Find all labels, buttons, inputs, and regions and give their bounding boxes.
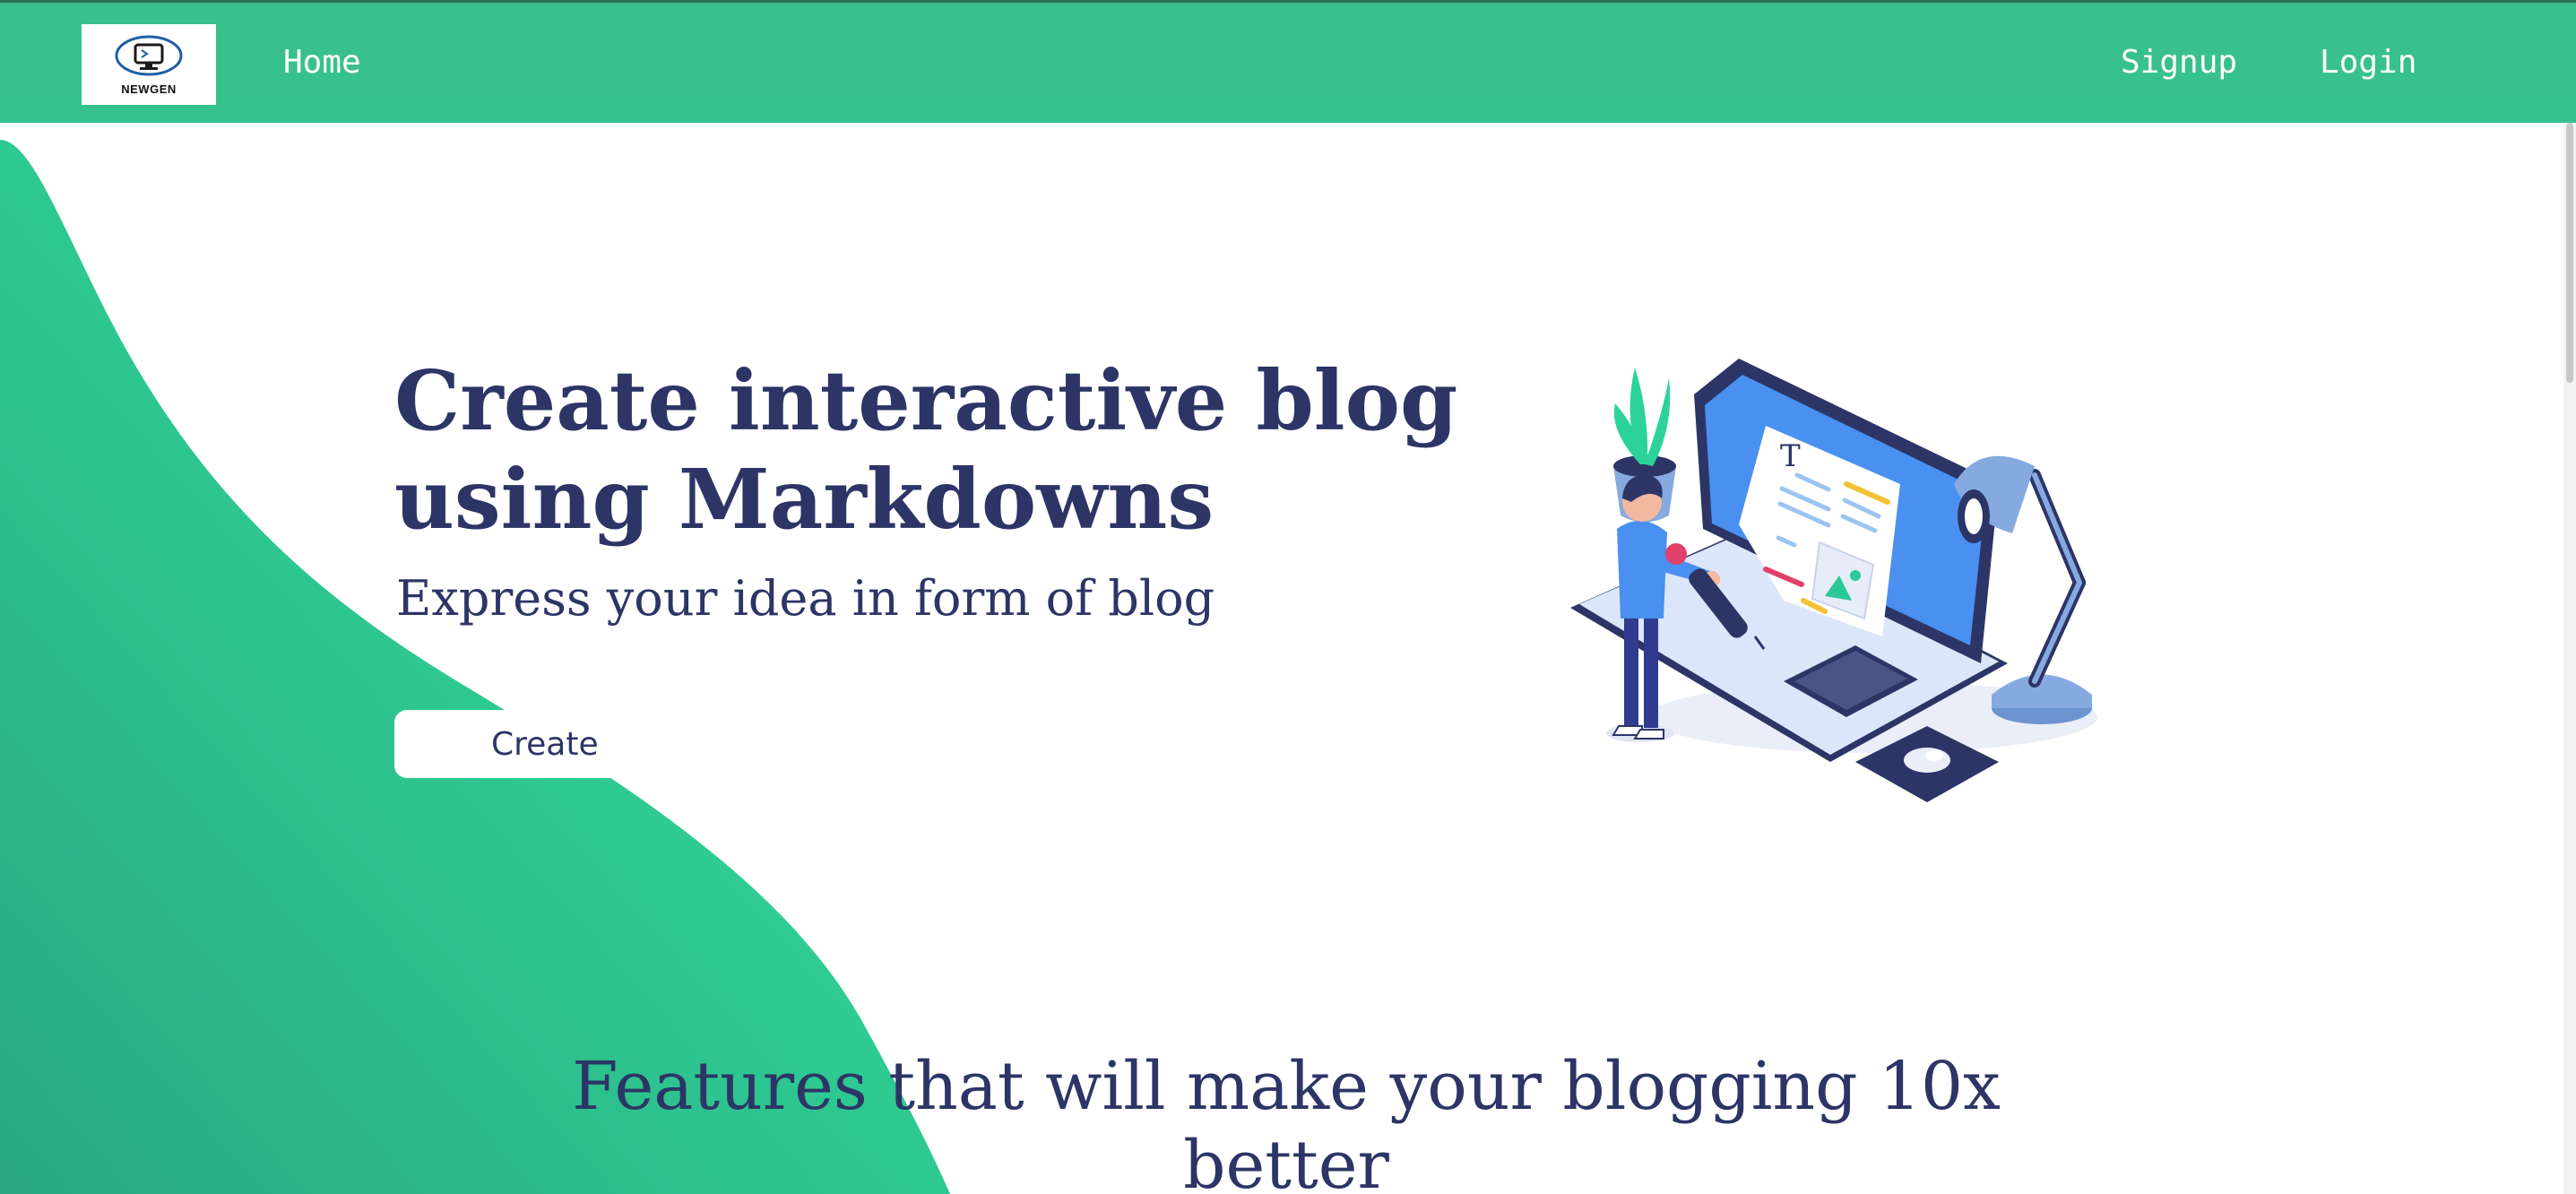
monitor-logo-icon [115, 35, 183, 75]
scrollbar-thumb[interactable] [2566, 123, 2573, 383]
create-button[interactable]: Create [394, 710, 629, 778]
hero-subtitle: Express your idea in form of blog [396, 570, 1215, 627]
green-wave-decoration [0, 140, 950, 1194]
landing-page: NEWGEN Home Signup Login Create interact… [0, 0, 2576, 1194]
top-navbar: NEWGEN Home Signup Login [0, 0, 2576, 123]
svg-text:T: T [1780, 438, 1801, 474]
features-title: Features that will make your blogging 10… [572, 1048, 2001, 1194]
person-writing-blog-laptop-illustration: T [1570, 359, 2097, 802]
newgen-logo[interactable]: NEWGEN [82, 24, 216, 105]
nav-link-signup[interactable]: Signup [2121, 43, 2237, 82]
nav-link-home[interactable]: Home [283, 43, 361, 82]
nav-link-login[interactable]: Login [2320, 43, 2416, 82]
logo-text: NEWGEN [121, 82, 177, 96]
page-scrollbar[interactable] [2563, 123, 2576, 1194]
hero-title: Create interactive blog using Markdowns [394, 352, 1458, 548]
